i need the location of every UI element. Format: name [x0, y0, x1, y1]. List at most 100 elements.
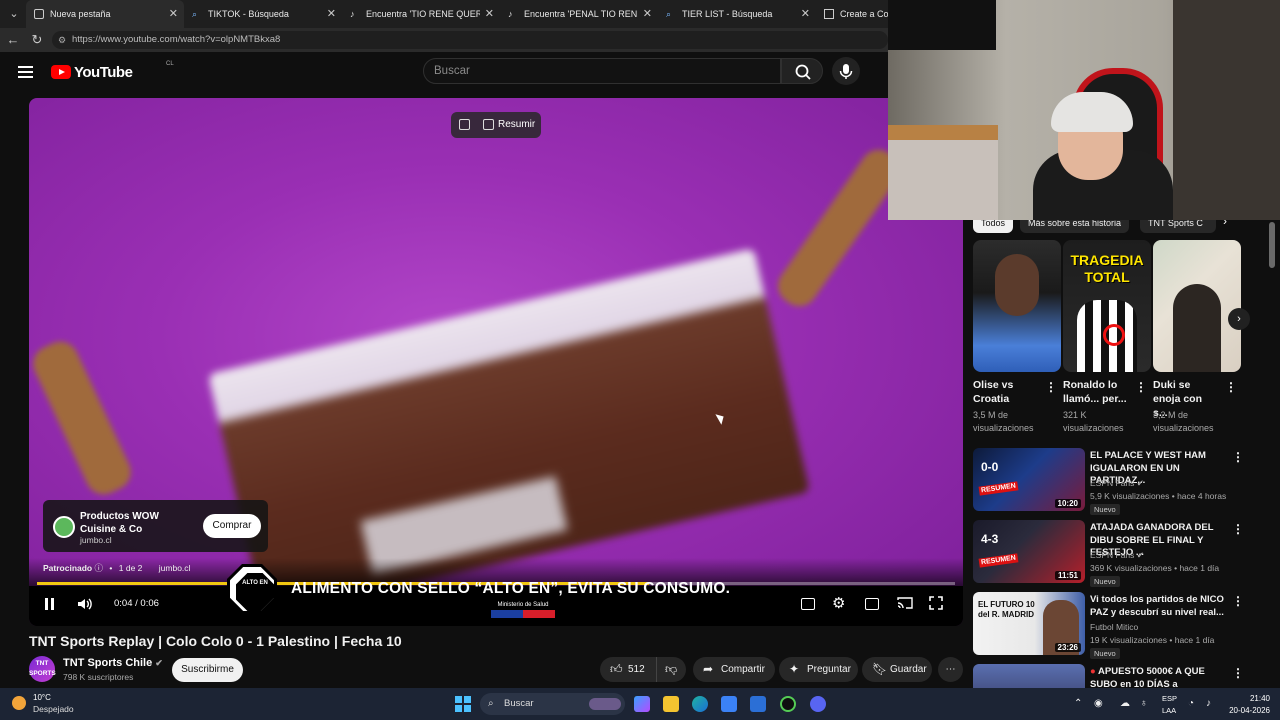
video-title-link[interactable]: Vi todos los partidos de NICO PAZ y desc… [1090, 594, 1228, 619]
list-item[interactable]: EL FUTURO 10 del R. MADRID 23:26 Vi todo… [973, 592, 1263, 659]
ministry-text: Ministerio de Salud [497, 602, 549, 608]
copilot-icon[interactable] [634, 696, 650, 712]
video-channel[interactable]: ESPN Fans ✔ [1090, 550, 1144, 561]
clock-time[interactable]: 21:40 [1225, 694, 1270, 703]
short-title[interactable]: Olise vs Croatia [973, 378, 1039, 406]
ad-card[interactable]: Productos WOW Cuisine & Co jumbo.cl Comp… [43, 500, 268, 552]
short-thumbnail[interactable] [1153, 240, 1241, 372]
store-icon[interactable] [721, 696, 737, 712]
taskbar-search[interactable]: ⌕ Buscar [480, 693, 625, 715]
subscribe-button[interactable]: Suscribirme [172, 658, 243, 682]
tab-tier-list[interactable]: ⌕ TIER LIST - Búsqueda ✕ [658, 0, 816, 28]
list-item[interactable]: 4-3 RESUMEN 11:51 ATAJADA GANADORA DEL D… [973, 520, 1263, 587]
ask-button[interactable]: ✦ Preguntar [779, 657, 858, 682]
voice-search-button[interactable] [832, 57, 860, 85]
url-input[interactable]: ⚙ https://www.youtube.com/watch?v=olpNMT… [52, 31, 888, 49]
channel-name[interactable]: TNT Sports Chile ✔ [63, 657, 163, 669]
app-icon[interactable] [780, 696, 796, 712]
info-icon[interactable]: ⓘ [95, 563, 104, 573]
tab-label: Nueva pestaña [50, 9, 111, 19]
tray-app-icon[interactable]: ◉ [1094, 698, 1103, 709]
clock-date[interactable]: 20-04-2026 [1215, 706, 1270, 715]
microphone-icon [839, 64, 853, 79]
short-thumbnail[interactable] [973, 240, 1061, 372]
close-tab-icon[interactable]: ✕ [169, 0, 178, 28]
more-actions-button[interactable]: ⋯ [938, 657, 963, 682]
tab-tiktok-busqueda[interactable]: ⌕ TIKTOK - Búsqueda ✕ [184, 0, 342, 28]
ad-title[interactable]: Productos WOW Cuisine & Co [80, 510, 195, 536]
edge-icon[interactable] [692, 696, 708, 712]
volume-button[interactable] [76, 596, 94, 612]
comprar-button[interactable]: Comprar [203, 514, 261, 538]
theater-mode-icon[interactable] [865, 598, 879, 610]
cast-button[interactable] [897, 596, 913, 612]
more-vertical-icon[interactable]: ⋮ [1232, 450, 1244, 464]
short-title[interactable]: Ronaldo lo llamó... per... [1063, 378, 1129, 406]
video-thumbnail[interactable]: 0-0 RESUMEN 10:20 [973, 448, 1085, 511]
save-button[interactable]: 🔖︎ Guardar [862, 657, 932, 682]
language-code[interactable]: ESP [1162, 694, 1177, 703]
search-button[interactable] [781, 58, 823, 84]
cloud-icon[interactable]: ☁ [1120, 698, 1130, 709]
settings-gear-icon[interactable]: ⚙ [832, 596, 845, 612]
more-vertical-icon[interactable]: ⋮ [1045, 380, 1057, 394]
video-channel[interactable]: Futbol Mitico [1090, 622, 1138, 632]
close-tab-icon[interactable]: ✕ [485, 0, 494, 28]
tab-nueva-pestana[interactable]: Nueva pestaña ✕ [26, 0, 184, 28]
like-button[interactable]: 👍︎ 512 [600, 657, 656, 682]
close-tab-icon[interactable]: ✕ [643, 0, 652, 28]
list-item[interactable]: ● APUESTO 5000€ A QUE SUBO en 10 DÍAS a … [973, 664, 1263, 688]
dislike-button[interactable]: 👎︎ [656, 657, 686, 682]
video-title-link[interactable]: ● APUESTO 5000€ A QUE SUBO en 10 DÍAS a … [1090, 666, 1228, 688]
keyboard-layout[interactable]: LAA [1162, 706, 1176, 715]
windows-start-icon[interactable] [455, 696, 471, 712]
sidebar-scrollbar[interactable] [1269, 222, 1275, 268]
reload-icon[interactable]: ↻ [28, 31, 46, 49]
thumb-tag: RESUMEN [978, 553, 1019, 568]
pause-button[interactable] [43, 596, 57, 612]
more-vertical-icon[interactable]: ⋮ [1135, 380, 1147, 394]
share-button[interactable]: ➦ Compartir [693, 657, 775, 682]
more-vertical-icon[interactable]: ⋮ [1225, 380, 1237, 394]
fullscreen-button[interactable] [929, 596, 943, 612]
speaker-icon[interactable]: ♪ [1206, 698, 1211, 709]
mail-icon[interactable] [750, 696, 766, 712]
resumir-button[interactable]: Resumir [451, 112, 541, 138]
chevron-up-icon[interactable]: ⌃ [1074, 698, 1082, 709]
menu-icon[interactable] [18, 66, 33, 78]
close-tab-icon[interactable]: ✕ [327, 0, 336, 28]
ad-count: 1 de 2 [118, 563, 143, 573]
tab-search-dropdown-icon[interactable]: ⌄ [4, 4, 24, 24]
list-item[interactable]: 0-0 RESUMEN 10:20 EL PALACE Y WEST HAM I… [973, 448, 1263, 515]
tab-create-a-com[interactable]: Create a Com [816, 0, 888, 28]
subtitles-icon[interactable] [801, 598, 815, 610]
tab-tiktok-penal[interactable]: ♪ Encuentra 'PENAL TIO RENE' en Ti ✕ [500, 0, 658, 28]
video-channel[interactable]: ESPN Fans ✔ [1090, 478, 1144, 489]
more-vertical-icon[interactable]: ⋮ [1232, 666, 1244, 680]
wifi-icon[interactable]: ◔ [1188, 698, 1194, 709]
video-thumbnail[interactable]: EL FUTURO 10 del R. MADRID 23:26 [973, 592, 1085, 655]
tab-tiktok-tio-rene[interactable]: ♪ Encuentra 'TIO RENE QUERI TO FU ✕ [342, 0, 500, 28]
back-arrow-icon[interactable]: ← [4, 31, 22, 49]
video-thumbnail[interactable]: 4-3 RESUMEN 11:51 [973, 520, 1085, 583]
close-tab-icon[interactable]: ✕ [801, 0, 810, 28]
video-player[interactable]: Resumir Productos WOW Cuisine & Co jumbo… [29, 98, 963, 626]
channel-avatar[interactable]: TNT SPORTS [29, 656, 56, 682]
more-vertical-icon[interactable]: ⋮ [1232, 522, 1244, 536]
tiktok-icon: ♪ [350, 9, 355, 19]
ad-info-domain[interactable]: jumbo.cl [159, 563, 191, 573]
discord-icon[interactable] [810, 696, 826, 712]
microphone-icon[interactable]: ♁ [1140, 698, 1148, 709]
person-image [1173, 284, 1221, 372]
more-vertical-icon[interactable]: ⋮ [1232, 594, 1244, 608]
search-input[interactable]: Buscar [423, 58, 781, 84]
file-explorer-icon[interactable] [663, 696, 679, 712]
tab-label: TIKTOK - Búsqueda [208, 9, 289, 19]
ad-wafer-image [770, 142, 908, 314]
video-thumbnail[interactable] [973, 664, 1085, 688]
short-thumbnail[interactable]: TRAGEDIA TOTAL [1063, 240, 1151, 372]
shorts-next-icon[interactable]: › [1228, 308, 1250, 330]
weather-widget[interactable]: 10°C Despejado [12, 693, 92, 717]
site-info-icon[interactable]: ⚙ [58, 31, 66, 49]
health-warning-banner: ALTO EN ALIMENTO CON SELLO “ALTO EN”, EV… [29, 564, 963, 626]
